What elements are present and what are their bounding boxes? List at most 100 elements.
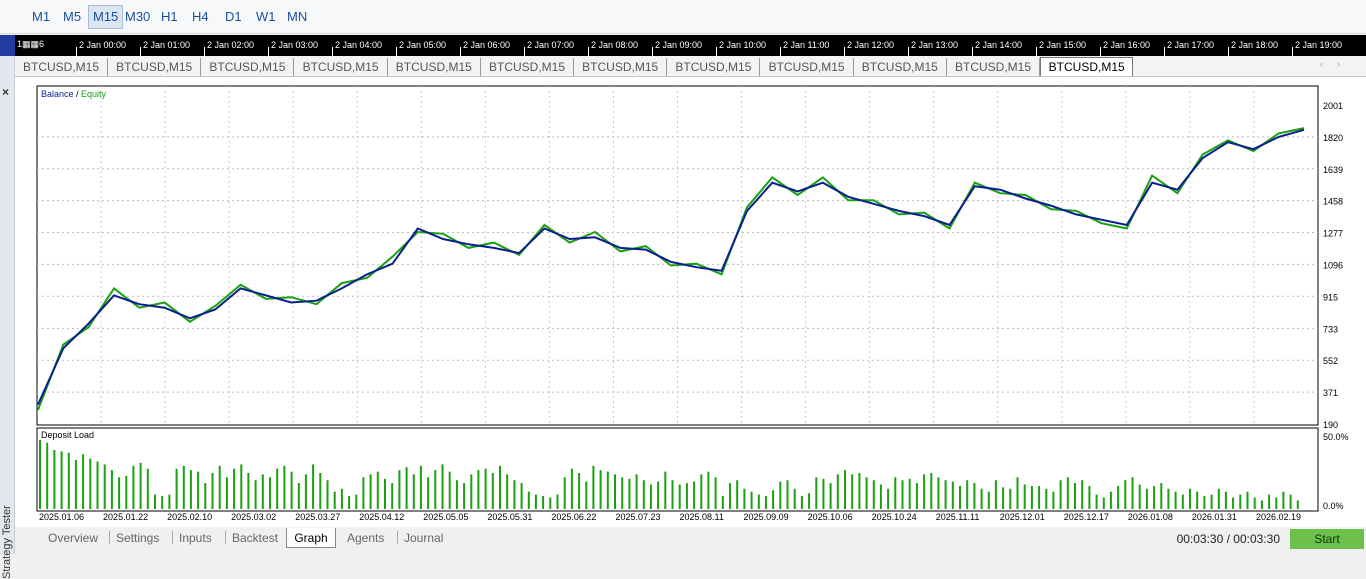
deposit-load-bar	[678, 484, 681, 509]
time-axis-strip: 1▦▦6 2 Jan 00:00 2 Jan 01:00 2 Jan 02:00 2 …	[15, 35, 1366, 56]
tab-scroll-arrows-icon[interactable]: ‹›	[1320, 59, 1354, 69]
start-button[interactable]: Start	[1290, 529, 1364, 549]
chart-list-icon[interactable]: 1▦▦6	[17, 39, 44, 51]
time-axis-label: 2 Jan 17:00	[1167, 40, 1215, 50]
chart-tab[interactable]: BTCUSD,M15	[947, 58, 1040, 76]
time-axis-label: 2 Jan 05:00	[399, 40, 447, 50]
deposit-load-bar	[1196, 491, 1199, 509]
time-axis-label: 2 Jan 16:00	[1103, 40, 1151, 50]
chart-tab[interactable]: BTCUSD,M15	[854, 58, 947, 76]
tab-overview[interactable]: Overview	[48, 528, 98, 548]
deposit-load-bar	[491, 473, 494, 509]
chart-tab[interactable]: BTCUSD,M15	[761, 58, 854, 76]
x-tick-label: 2025.12.01	[1000, 512, 1045, 522]
timeframe-m1[interactable]: M1	[28, 5, 54, 29]
deposit-load-bar	[1275, 497, 1278, 509]
x-tick-label: 2025.01.22	[103, 512, 148, 522]
deposit-load-bar	[1030, 486, 1033, 509]
time-axis-tick	[908, 47, 909, 56]
x-tick-label: 2025.11.11	[936, 512, 980, 522]
deposit-load-bar	[1002, 487, 1005, 509]
timeframe-h4[interactable]: H4	[188, 5, 213, 29]
deposit-load-bar	[959, 486, 961, 509]
timeframe-h1[interactable]: H1	[157, 5, 182, 29]
time-axis-tick	[204, 47, 205, 56]
chart-tab[interactable]: BTCUSD,M15	[295, 58, 388, 76]
chart-tab[interactable]: BTCUSD,M15	[201, 58, 295, 76]
time-axis-tick	[140, 47, 141, 56]
tab-backtest[interactable]: Backtest	[232, 528, 278, 548]
deposit-load-bar	[513, 480, 516, 509]
chart-tabs-bar: ‹› BTCUSD,M15 BTCUSD,M15 BTCUSD,M15 BTCUSD,…	[15, 56, 1366, 77]
deposit-load-bar	[829, 483, 832, 509]
x-tick-label: 2026.01.31	[1192, 512, 1237, 522]
deposit-load-bar	[1260, 500, 1263, 509]
tab-settings[interactable]: Settings	[116, 528, 159, 548]
timeframe-w1[interactable]: W1	[252, 5, 280, 29]
deposit-load-bar	[74, 460, 77, 509]
timeframe-m30[interactable]: M30	[121, 5, 154, 29]
close-icon[interactable]: ×	[2, 85, 9, 99]
deposit-load-bar	[628, 478, 631, 509]
deposit-load-bar	[82, 454, 85, 509]
timeframe-m5[interactable]: M5	[59, 5, 85, 29]
time-axis-label: 2 Jan 14:00	[975, 40, 1023, 50]
tab-inputs[interactable]: Inputs	[179, 528, 212, 548]
deposit-load-bar	[67, 452, 70, 509]
x-tick-label: 2025.10.24	[872, 512, 917, 522]
deposit-load-bar	[800, 496, 803, 509]
deposit-load-bar	[1102, 497, 1105, 509]
chart-tab[interactable]: BTCUSD,M15	[574, 58, 668, 76]
chart-tab[interactable]: BTCUSD,M15	[15, 58, 108, 76]
deposit-load-bar	[1052, 491, 1055, 509]
timeframe-m15[interactable]: M15	[88, 5, 124, 29]
deposit-load-bar	[1074, 483, 1076, 509]
deposit-load-bar	[915, 483, 918, 509]
deposit-load-bar	[276, 468, 279, 509]
deposit-load-bar	[793, 488, 796, 509]
time-axis-label: 2 Jan 19:00	[1295, 40, 1343, 50]
deposit-load-bar	[53, 450, 56, 509]
deposit-load-bar	[405, 467, 408, 509]
deposit-load-bar	[779, 481, 782, 509]
time-axis-tick	[716, 47, 717, 56]
deposit-load-bar	[714, 477, 717, 509]
deposit-load-bar	[1045, 488, 1048, 509]
deposit-load-bar	[89, 458, 92, 509]
chart-tab[interactable]: BTCUSD,M15	[388, 58, 481, 76]
timeframe-d1[interactable]: D1	[221, 5, 246, 29]
deposit-load-bar	[312, 464, 315, 509]
time-axis-label: 2 Jan 06:00	[463, 40, 511, 50]
deposit-load-bar	[1131, 477, 1134, 509]
x-tick-label: 2025.09.09	[744, 512, 789, 522]
deposit-load-bar	[1246, 491, 1249, 509]
deposit-load-bar	[671, 480, 674, 509]
sidebar-strip	[0, 35, 15, 56]
x-tick-label: 2025.03.27	[295, 512, 340, 522]
deposit-load-bar	[563, 477, 566, 509]
deposit-load-bar	[470, 474, 473, 509]
x-tick-label: 2025.05.31	[487, 512, 532, 522]
deposit-load-bar	[384, 478, 386, 509]
timeframe-mn[interactable]: MN	[283, 5, 311, 29]
chart-tab[interactable]: BTCUSD,M15	[667, 58, 761, 76]
chart-legend: Balance / Equity	[41, 89, 107, 99]
y-tick-label: 1277	[1323, 229, 1343, 239]
deposit-load-bar	[599, 470, 602, 509]
deposit-load-bar	[189, 470, 192, 509]
deposit-load-bar	[233, 468, 236, 509]
deposit-load-bar	[1253, 497, 1256, 509]
tab-journal[interactable]: Journal	[404, 528, 443, 548]
tab-agents[interactable]: Agents	[347, 528, 384, 548]
deposit-load-bar	[1239, 494, 1242, 509]
deposit-load-bar	[1066, 477, 1069, 509]
deposit-load-bar	[412, 474, 415, 509]
chart-tab[interactable]: BTCUSD,M15	[1040, 57, 1134, 76]
deposit-load-bar	[283, 465, 286, 509]
chart-tab[interactable]: BTCUSD,M15	[108, 58, 202, 76]
tab-graph[interactable]: Graph	[286, 528, 336, 548]
y-tick-label: 50.0%	[1323, 432, 1349, 442]
deposit-load-bar	[175, 468, 178, 509]
chart-tab[interactable]: BTCUSD,M15	[481, 58, 574, 76]
deposit-load-bar	[923, 474, 926, 509]
